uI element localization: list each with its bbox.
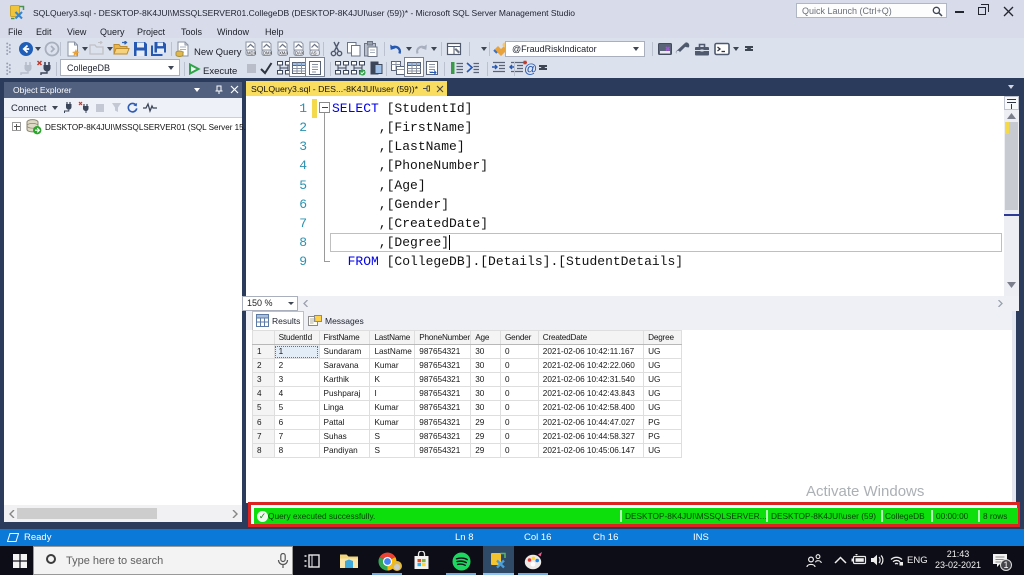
svg-text:DMX: DMX xyxy=(263,50,273,55)
svg-text:MDX: MDX xyxy=(247,50,257,55)
svg-text:XMA: XMA xyxy=(279,50,288,55)
svg-text:DAX: DAX xyxy=(295,50,304,55)
svg-text:AS: AS xyxy=(311,50,317,55)
